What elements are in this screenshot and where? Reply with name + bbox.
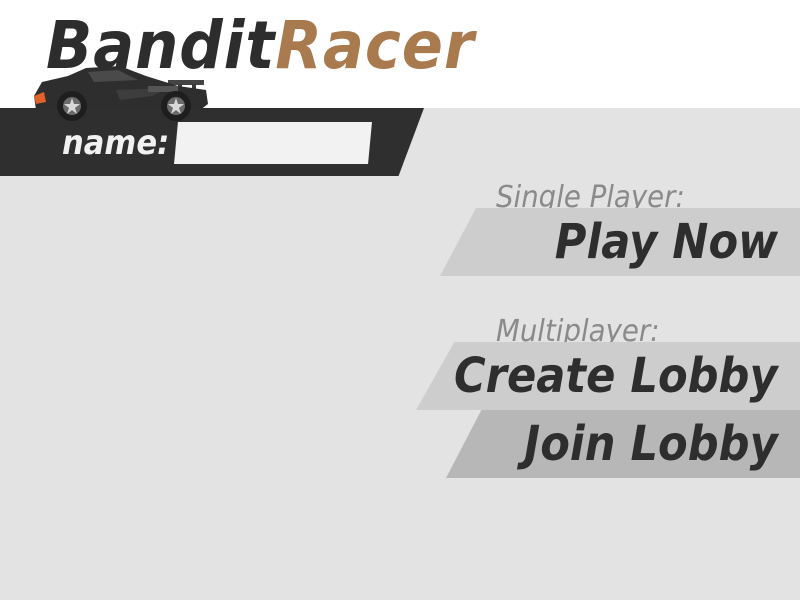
play-now-label: Play Now <box>554 214 778 270</box>
join-lobby-label: Join Lobby <box>524 416 778 472</box>
player-name-input[interactable] <box>174 122 372 164</box>
race-car-icon <box>34 66 208 121</box>
create-lobby-button[interactable]: Create Lobby <box>416 342 800 410</box>
name-label: name: <box>62 123 170 163</box>
join-lobby-button[interactable]: Join Lobby <box>446 410 800 478</box>
play-now-button[interactable]: Play Now <box>440 208 800 276</box>
title-part-racer: Racer <box>275 7 475 84</box>
create-lobby-label: Create Lobby <box>454 348 778 404</box>
